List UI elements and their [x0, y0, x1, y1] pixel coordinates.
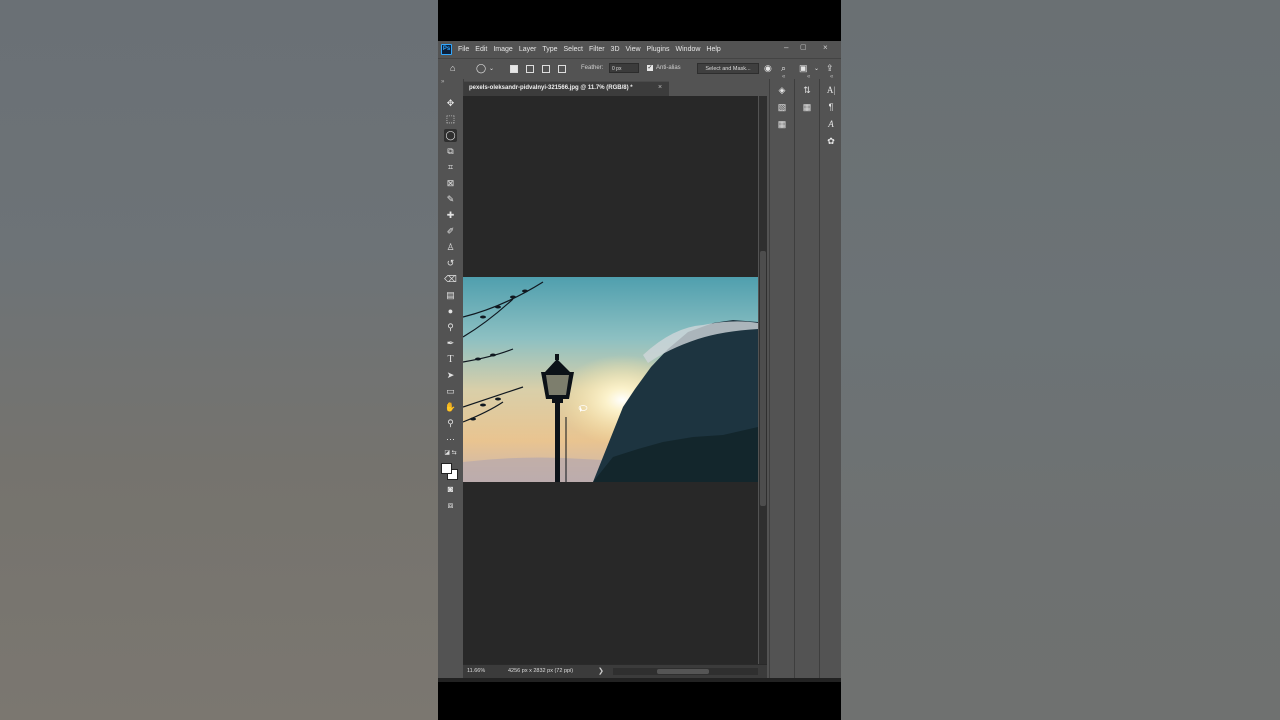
- vertical-scrollbar[interactable]: [759, 96, 767, 664]
- menu-view[interactable]: View: [626, 46, 641, 53]
- workspace: » ✥ ⬚ ◯ ⧉ ⌗ ⊠ ✎ ✚ ✐ ♙ ↺ ⌫ ▤ ● ⚲ ✒ T ➤ ▭: [438, 74, 841, 679]
- options-bar: ⌂ ◯ ⌄ Feather: 0 px ✓ Anti-alias Select …: [438, 58, 841, 80]
- document-image[interactable]: [463, 277, 758, 482]
- home-icon[interactable]: ⌂: [450, 63, 455, 73]
- brush-tool-icon[interactable]: ✐: [444, 225, 457, 238]
- tools-panel: » ✥ ⬚ ◯ ⧉ ⌗ ⊠ ✎ ✚ ✐ ♙ ↺ ⌫ ▤ ● ⚲ ✒ T ➤ ▭: [438, 79, 464, 678]
- canvas-area[interactable]: [463, 96, 758, 664]
- foreground-color-swatch[interactable]: [441, 463, 452, 474]
- hand-tool-icon[interactable]: ✋: [444, 401, 457, 414]
- path-selection-tool-icon[interactable]: ➤: [444, 369, 457, 382]
- history-brush-tool-icon[interactable]: ↺: [444, 257, 457, 270]
- add-selection-icon[interactable]: [526, 65, 534, 73]
- chevron-down-icon[interactable]: ⌄: [489, 65, 494, 72]
- panel-collapse-icon[interactable]: «: [782, 74, 785, 80]
- eyedropper-tool-icon[interactable]: ✎: [444, 193, 457, 206]
- maximize-button[interactable]: ▢: [800, 43, 807, 51]
- horizontal-scrollbar[interactable]: [613, 668, 758, 675]
- properties-icon[interactable]: ▧: [775, 100, 789, 114]
- gradient-tool-icon[interactable]: ▤: [444, 289, 457, 302]
- default-colors-icon[interactable]: ◪ ⇆: [444, 447, 457, 460]
- menu-bar: Ps File Edit Image Layer Type Select Fil…: [438, 41, 841, 57]
- glyphs-icon[interactable]: A: [824, 117, 838, 131]
- menu-edit[interactable]: Edit: [475, 46, 487, 53]
- menu-filter[interactable]: Filter: [589, 46, 605, 53]
- character-icon[interactable]: A|: [824, 83, 838, 97]
- select-and-mask-button[interactable]: Select and Mask...: [697, 63, 759, 74]
- layers-icon[interactable]: ◈: [775, 83, 789, 97]
- adjustments-icon[interactable]: ▦: [775, 117, 789, 131]
- pressure-icon[interactable]: ◉: [764, 63, 772, 74]
- document-tab-label: pexels-oleksandr-pidvalnyi-321566.jpg @ …: [469, 85, 633, 91]
- rectangle-tool-icon[interactable]: ▭: [444, 385, 457, 398]
- blur-tool-icon[interactable]: ●: [444, 305, 457, 318]
- document-info: 4256 px x 2832 px (72 ppi): [508, 668, 574, 674]
- eraser-tool-icon[interactable]: ⌫: [444, 273, 457, 286]
- crop-tool-icon[interactable]: ⌗: [444, 161, 457, 174]
- workspace-icon[interactable]: ▣: [799, 63, 808, 74]
- collapse-icon[interactable]: »: [441, 79, 444, 85]
- panel-dock-2: « ⇅ ▦: [794, 74, 819, 678]
- panel-collapse-icon-3[interactable]: «: [830, 74, 833, 80]
- minimize-button[interactable]: –: [784, 43, 788, 52]
- clone-stamp-tool-icon[interactable]: ♙: [444, 241, 457, 254]
- subtract-selection-icon[interactable]: [542, 65, 550, 73]
- swatches-icon[interactable]: ▦: [800, 100, 814, 114]
- share-icon[interactable]: ⇪: [826, 63, 834, 74]
- history-icon[interactable]: ⇅: [800, 83, 814, 97]
- video-frame: Ps File Edit Image Layer Type Select Fil…: [438, 0, 841, 720]
- panel-collapse-icon-2[interactable]: «: [807, 74, 810, 80]
- color-icon[interactable]: ✿: [824, 134, 838, 148]
- screen-mode-icon[interactable]: ⧈: [444, 499, 457, 512]
- move-tool-icon[interactable]: ✥: [444, 97, 457, 110]
- menu-plugins[interactable]: Plugins: [647, 46, 670, 53]
- lasso-tool-icon[interactable]: ◯: [444, 129, 457, 142]
- photoshop-window: Ps File Edit Image Layer Type Select Fil…: [438, 41, 841, 679]
- type-tool-icon[interactable]: T: [444, 353, 457, 366]
- marquee-tool-icon[interactable]: ⬚: [444, 113, 457, 126]
- healing-brush-tool-icon[interactable]: ✚: [444, 209, 457, 222]
- video-blur-left: [0, 0, 438, 720]
- document-tab[interactable]: pexels-oleksandr-pidvalnyi-321566.jpg @ …: [464, 81, 669, 96]
- document-tab-close-icon[interactable]: ×: [658, 84, 662, 91]
- panel-dock-3: « A| ¶ A ✿: [819, 74, 841, 678]
- status-menu-icon[interactable]: ❯: [598, 667, 604, 675]
- new-selection-icon[interactable]: [510, 65, 518, 73]
- panel-dock-1: « ◈ ▧ ▦: [769, 74, 794, 678]
- intersect-selection-icon[interactable]: [558, 65, 566, 73]
- frame-tool-icon[interactable]: ⊠: [444, 177, 457, 190]
- search-icon[interactable]: ⌕: [781, 63, 786, 74]
- dodge-tool-icon[interactable]: ⚲: [444, 321, 457, 334]
- anti-alias-checkbox[interactable]: ✓: [647, 65, 653, 71]
- photoshop-logo: Ps: [441, 43, 452, 55]
- anti-alias-label: Anti-alias: [656, 65, 681, 71]
- status-bar: 11.66% 4256 px x 2832 px (72 ppi) ❯: [463, 664, 767, 679]
- menu-layer[interactable]: Layer: [519, 46, 537, 53]
- zoom-level[interactable]: 11.66%: [467, 668, 485, 674]
- vertical-scroll-thumb[interactable]: [760, 251, 766, 506]
- quick-mask-icon[interactable]: ◙: [444, 483, 457, 496]
- pen-tool-icon[interactable]: ✒: [444, 337, 457, 350]
- zoom-tool-icon[interactable]: ⚲: [444, 417, 457, 430]
- menu-3d[interactable]: 3D: [611, 46, 620, 53]
- feather-input[interactable]: 0 px: [609, 63, 639, 73]
- close-button[interactable]: ×: [823, 43, 828, 52]
- object-select-tool-icon[interactable]: ⧉: [444, 145, 457, 158]
- more-tools-icon[interactable]: ⋯: [444, 433, 457, 446]
- video-blur-right: [841, 0, 1280, 720]
- paragraph-icon[interactable]: ¶: [824, 100, 838, 114]
- menu-select[interactable]: Select: [564, 46, 583, 53]
- menu-image[interactable]: Image: [493, 46, 512, 53]
- video-bottom-bar: [438, 678, 841, 682]
- menu-help[interactable]: Help: [706, 46, 720, 53]
- horizontal-scroll-thumb[interactable]: [657, 669, 709, 674]
- sunset-photo: [463, 277, 758, 482]
- workspace-chevron-icon[interactable]: ⌄: [814, 65, 819, 72]
- menu-type[interactable]: Type: [542, 46, 557, 53]
- menu-file[interactable]: File: [458, 46, 469, 53]
- lasso-icon[interactable]: ◯: [476, 63, 486, 74]
- menu-window[interactable]: Window: [676, 46, 701, 53]
- feather-label: Feather:: [581, 65, 604, 71]
